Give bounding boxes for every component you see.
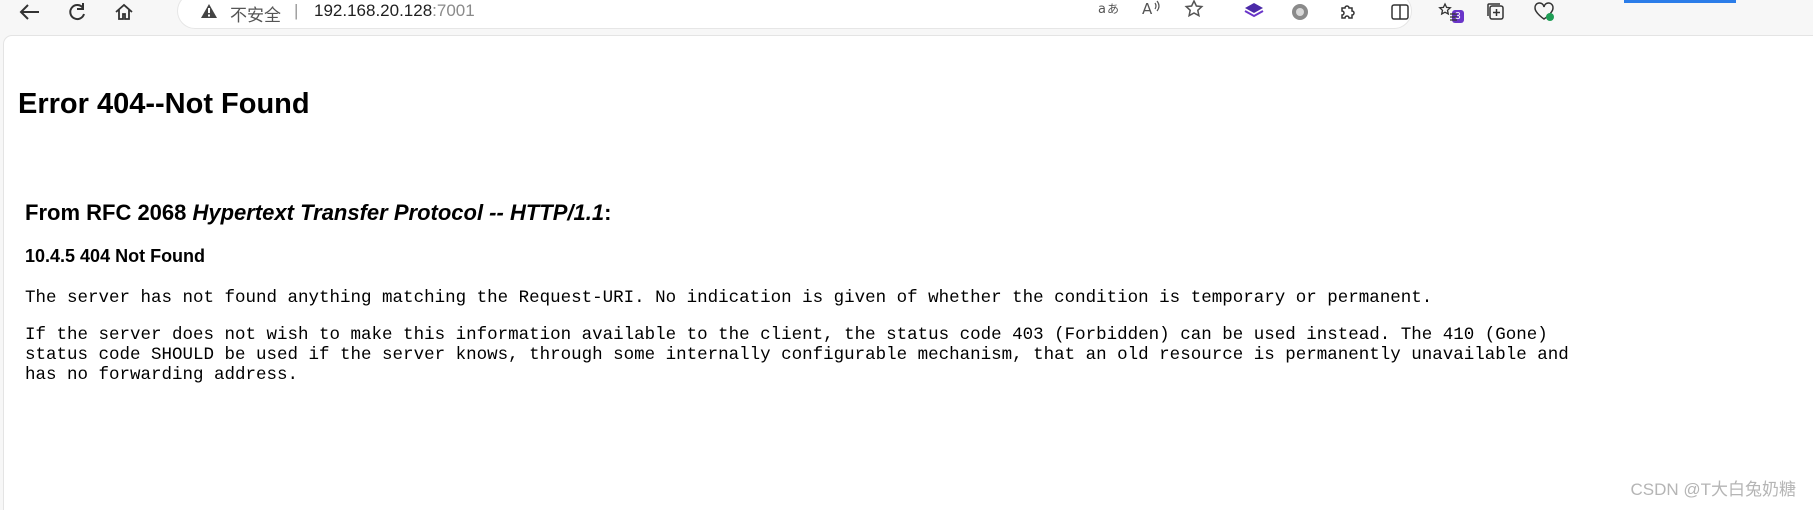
insecure-label[interactable]: 不安全: [230, 1, 281, 26]
paragraph-2-line-2: status code SHOULD be used if the server…: [25, 345, 1569, 365]
watermark: CSDN @T大白兔奶糖: [1630, 480, 1796, 499]
collections-icon[interactable]: [1482, 0, 1510, 24]
address-bar[interactable]: 不安全 | 192.168.20.128:7001 aあ A: [178, 0, 1411, 28]
star-icon[interactable]: [1184, 0, 1204, 24]
favorites-list-icon[interactable]: [1434, 0, 1462, 24]
active-indicator: [1624, 0, 1736, 3]
address-separator: |: [294, 1, 299, 20]
rfc-prefix: From RFC 2068: [25, 200, 193, 225]
split-screen-icon[interactable]: [1386, 0, 1414, 24]
browser-toolbar: 不安全 | 192.168.20.128:7001 aあ A 3: [0, 0, 1813, 32]
url-text[interactable]: 192.168.20.128:7001: [314, 1, 475, 21]
svg-text:A: A: [1142, 0, 1153, 17]
paragraph-2-line-1: If the server does not wish to make this…: [25, 325, 1548, 345]
url-port: :7001: [432, 1, 475, 20]
svg-text:a: a: [1098, 2, 1106, 17]
page-title: Error 404--Not Found: [18, 88, 310, 120]
browser-essentials-icon[interactable]: [1530, 0, 1558, 24]
reload-icon[interactable]: [63, 0, 91, 24]
rfc-suffix: :: [604, 200, 612, 225]
warning-triangle-icon[interactable]: [200, 3, 218, 24]
back-arrow-icon[interactable]: [16, 0, 44, 24]
translate-icon[interactable]: aあ: [1098, 0, 1120, 22]
url-host: 192.168.20.128: [314, 1, 433, 20]
section-heading: 10.4.5 404 Not Found: [25, 246, 206, 266]
profile-circle-icon[interactable]: [1286, 0, 1314, 24]
extension-icon[interactable]: [1240, 0, 1268, 24]
rfc-title: Hypertext Transfer Protocol -- HTTP/1.1: [192, 200, 605, 225]
read-aloud-icon[interactable]: A: [1142, 0, 1162, 22]
paragraph-2-line-3: has no forwarding address.: [25, 365, 299, 385]
puzzle-icon[interactable]: [1334, 0, 1362, 24]
rfc-heading: From RFC 2068 Hypertext Transfer Protoco…: [25, 200, 611, 226]
home-icon[interactable]: [110, 0, 138, 24]
paragraph-1: The server has not found anything matchi…: [25, 288, 1433, 308]
svg-text:あ: あ: [1107, 2, 1119, 16]
